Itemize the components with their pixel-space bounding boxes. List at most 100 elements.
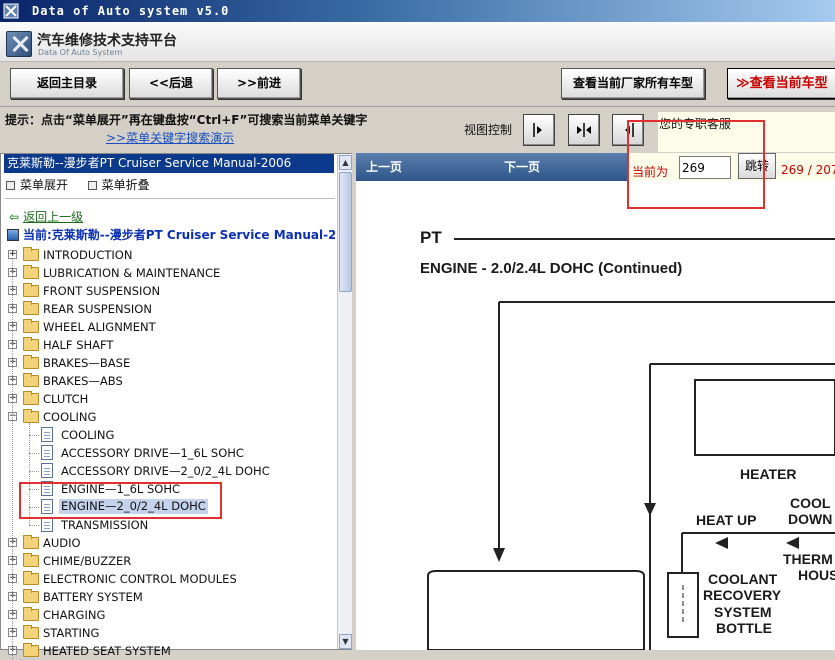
folder-icon — [23, 607, 39, 621]
tree-item-label[interactable]: ELECTRONIC CONTROL MODULES — [43, 572, 237, 586]
tree-item-label[interactable]: STARTING — [43, 626, 99, 640]
menu-toggle-row: 菜单展开 菜单折叠 — [6, 176, 150, 193]
view-split-button[interactable] — [568, 114, 600, 146]
menu-expand-link[interactable]: 菜单展开 — [20, 178, 68, 192]
current-location: 当前:克莱斯勒--漫步者PT Cruiser Service Manual-20… — [7, 226, 335, 243]
document-icon — [41, 517, 53, 532]
arrow-right-icon — [533, 123, 542, 137]
app-subtitle: Data Of Auto System — [38, 48, 123, 57]
diagram-title: ENGINE - 2.0/2.4L DOHC (Continued) — [420, 260, 683, 277]
scroll-down-arrow-icon[interactable]: ▼ — [339, 634, 352, 649]
collapse-icon — [87, 181, 97, 190]
tree-item-label[interactable]: ACCESSORY DRIVE—2_0/2_4L DOHC — [61, 464, 270, 478]
folder-icon — [23, 355, 39, 369]
tree-item-label[interactable]: LUBRICATION & MAINTENANCE — [43, 266, 220, 280]
app-header: 汽车维修技术支持平台 Data Of Auto System — [0, 22, 835, 62]
tree-item-label[interactable]: AUDIO — [43, 536, 81, 550]
document-icon — [41, 427, 53, 442]
folder-icon — [23, 643, 39, 657]
folder-icon — [23, 535, 39, 549]
tree-item-label[interactable]: BATTERY SYSTEM — [43, 590, 143, 604]
tree-item-label[interactable]: CLUTCH — [43, 392, 88, 406]
folder-icon — [23, 337, 39, 351]
folder-icon — [23, 391, 39, 405]
tree-item-label[interactable]: ACCESSORY DRIVE—1_6L SOHC — [61, 446, 244, 460]
view-expand-right-button[interactable] — [523, 114, 555, 146]
app-name: 汽车维修技术支持平台 — [37, 33, 177, 49]
menu-scrollbar[interactable]: ▲ ▼ — [337, 154, 352, 649]
page-jump-highlight — [627, 120, 765, 209]
tree-connector — [12, 258, 13, 660]
open-folder-icon — [23, 409, 39, 423]
tree-connector — [29, 453, 39, 454]
back-button[interactable]: <<后退 — [129, 68, 213, 99]
folder-icon — [23, 589, 39, 603]
app-icon — [3, 3, 19, 19]
current-location-text: 当前:克莱斯勒--漫步者PT Cruiser Service Manual-20… — [23, 228, 335, 242]
computer-icon — [7, 229, 19, 241]
current-model-button[interactable]: ≫查看当前车型 — [727, 68, 835, 99]
selected-item-highlight — [19, 482, 222, 519]
search-demo-link[interactable]: >>菜单关键字搜索演示 — [106, 129, 234, 146]
manual-title-header: 克莱斯勒--漫步者PT Cruiser Service Manual-2006 — [4, 154, 334, 173]
tree-item-label[interactable]: HALF SHAFT — [43, 338, 113, 352]
view-control-label: 视图控制 — [464, 123, 513, 137]
thermostat-label-2: HOUS — [798, 567, 835, 583]
home-button[interactable]: 返回主目录 — [10, 68, 124, 99]
window-titlebar: Data of Auto system v5.0 — [0, 0, 835, 22]
all-models-button[interactable]: 查看当前厂家所有车型 — [561, 68, 705, 99]
tree-item-label[interactable]: INTRODUCTION — [43, 248, 132, 262]
folder-icon — [23, 373, 39, 387]
forward-button[interactable]: >>前进 — [217, 68, 301, 99]
tree-item-label[interactable]: REAR SUSPENSION — [43, 302, 152, 316]
coolant-bottle-label-3: SYSTEM — [714, 604, 772, 620]
search-hint: 提示：点击“菜单展开”再在键盘按“Ctrl+F”可搜索当前菜单关键字 — [5, 113, 368, 127]
heat-up-label: HEAT UP — [696, 512, 757, 528]
back-up-link[interactable]: 返回上一级 — [23, 210, 83, 224]
cool-down-label-2: DOWN — [788, 511, 833, 527]
document-icon — [41, 445, 53, 460]
scroll-thumb[interactable] — [339, 172, 352, 292]
tree-connector — [29, 525, 39, 526]
folder-icon — [23, 319, 39, 333]
back-up-row[interactable]: ⇦ 返回上一级 — [9, 208, 83, 225]
folder-icon — [23, 247, 39, 261]
document-icon — [41, 463, 53, 478]
folder-icon — [23, 553, 39, 567]
manual-page-view: PT ENGINE - 2.0/2.4L DOHC (Continued) HE… — [356, 181, 835, 650]
main-toolbar: 返回主目录 <<后退 >>前进 查看当前厂家所有车型 ≫查看当前车型 — [0, 62, 835, 107]
divider — [5, 198, 335, 199]
tree-item-label[interactable]: TRANSMISSION — [61, 518, 148, 532]
coolant-bottle-label-1: COOLANT — [708, 571, 778, 587]
prev-page-link[interactable]: 上一页 — [366, 158, 402, 175]
scroll-up-arrow-icon[interactable]: ▲ — [339, 155, 352, 170]
menu-collapse-link[interactable]: 菜单折叠 — [102, 178, 150, 192]
wrench-logo-icon — [6, 31, 32, 57]
thermostat-label-1: THERM — [783, 551, 833, 567]
menu-panel: 克莱斯勒--漫步者PT Cruiser Service Manual-2006 … — [0, 153, 352, 660]
tree-item-label[interactable]: HEATED SEAT SYSTEM — [43, 644, 171, 658]
tree-item-label[interactable]: BRAKES—ABS — [43, 374, 123, 388]
folder-icon — [23, 265, 39, 279]
heater-label: HEATER — [740, 466, 797, 482]
back-arrow-icon: ⇦ — [9, 210, 20, 224]
diagram-pt-label: PT — [420, 228, 442, 247]
tree-item-label[interactable]: COOLING — [61, 428, 114, 442]
tree-item-label[interactable]: FRONT SUSPENSION — [43, 284, 160, 298]
cool-down-label-1: COOL — [790, 495, 831, 511]
folder-icon — [23, 283, 39, 297]
tree-connector — [29, 471, 39, 472]
coolant-bottle-label-2: RECOVERY — [703, 587, 782, 603]
tree-item-label[interactable]: CHIME/BUZZER — [43, 554, 131, 568]
coolant-bottle-label-4: BOTTLE — [716, 620, 772, 636]
folder-icon — [23, 625, 39, 639]
tree-item-label[interactable]: CHARGING — [43, 608, 105, 622]
window-title: Data of Auto system v5.0 — [32, 4, 230, 18]
split-arrows-icon — [577, 123, 591, 137]
page-count: 269 / 207 — [781, 163, 835, 177]
tree-item-label[interactable]: COOLING — [43, 410, 96, 424]
next-page-link[interactable]: 下一页 — [504, 158, 540, 175]
tree-item-label[interactable]: WHEEL ALIGNMENT — [43, 320, 156, 334]
tree-item-label[interactable]: BRAKES—BASE — [43, 356, 130, 370]
folder-icon — [23, 571, 39, 585]
